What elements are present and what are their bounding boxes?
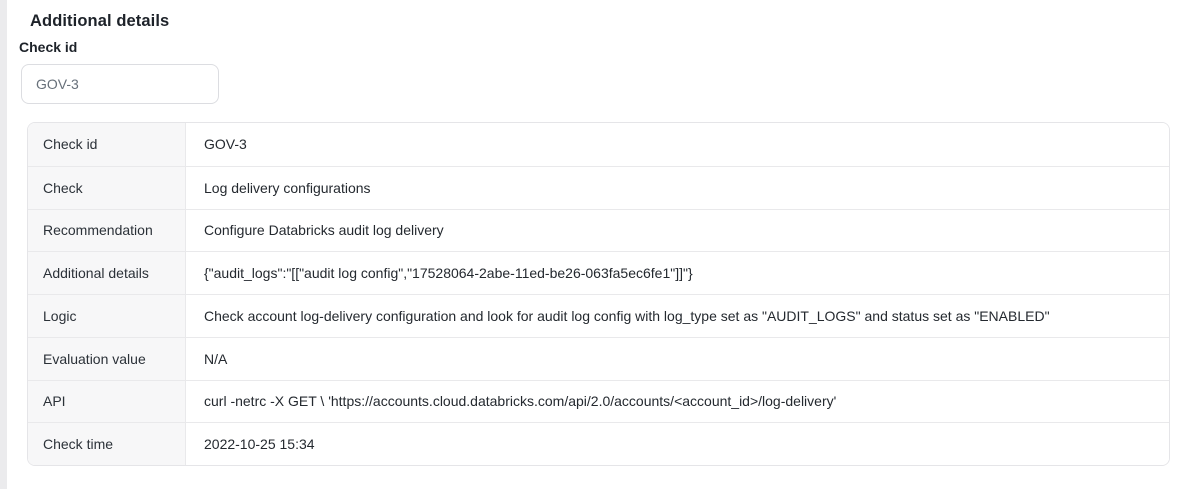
table-row-api: API curl -netrc -X GET \ 'https://accoun… <box>28 380 1169 423</box>
row-value: N/A <box>186 338 1169 380</box>
check-id-field-label: Check id <box>19 39 77 55</box>
row-value: curl -netrc -X GET \ 'https://accounts.c… <box>186 381 1169 423</box>
row-value: 2022-10-25 15:34 <box>186 423 1169 465</box>
row-label: Logic <box>28 295 186 337</box>
row-value: {"audit_logs":"[["audit log config","175… <box>186 252 1169 294</box>
page-title: Additional details <box>30 12 169 31</box>
row-value: Log delivery configurations <box>186 167 1169 209</box>
table-row-evaluation-value: Evaluation value N/A <box>28 337 1169 380</box>
table-row-recommendation: Recommendation Configure Databricks audi… <box>28 209 1169 252</box>
panel-left-edge <box>0 0 7 489</box>
table-row-check-id: Check id GOV-3 <box>28 123 1169 166</box>
check-details-table: Check id GOV-3 Check Log delivery config… <box>27 122 1170 466</box>
table-row-check: Check Log delivery configurations <box>28 166 1169 209</box>
row-label: Check <box>28 167 186 209</box>
table-row-additional-details: Additional details {"audit_logs":"[["aud… <box>28 251 1169 294</box>
row-value: Configure Databricks audit log delivery <box>186 210 1169 252</box>
row-label: Check id <box>28 123 186 166</box>
table-row-check-time: Check time 2022-10-25 15:34 <box>28 422 1169 465</box>
row-label: Evaluation value <box>28 338 186 380</box>
row-label: Recommendation <box>28 210 186 252</box>
check-id-input[interactable] <box>21 64 219 104</box>
row-label: Check time <box>28 423 186 465</box>
table-row-logic: Logic Check account log-delivery configu… <box>28 294 1169 337</box>
row-label: API <box>28 381 186 423</box>
row-value: Check account log-delivery configuration… <box>186 295 1169 337</box>
row-value: GOV-3 <box>186 123 1169 166</box>
row-label: Additional details <box>28 252 186 294</box>
additional-details-panel: Additional details Check id Check id GOV… <box>0 0 1200 489</box>
